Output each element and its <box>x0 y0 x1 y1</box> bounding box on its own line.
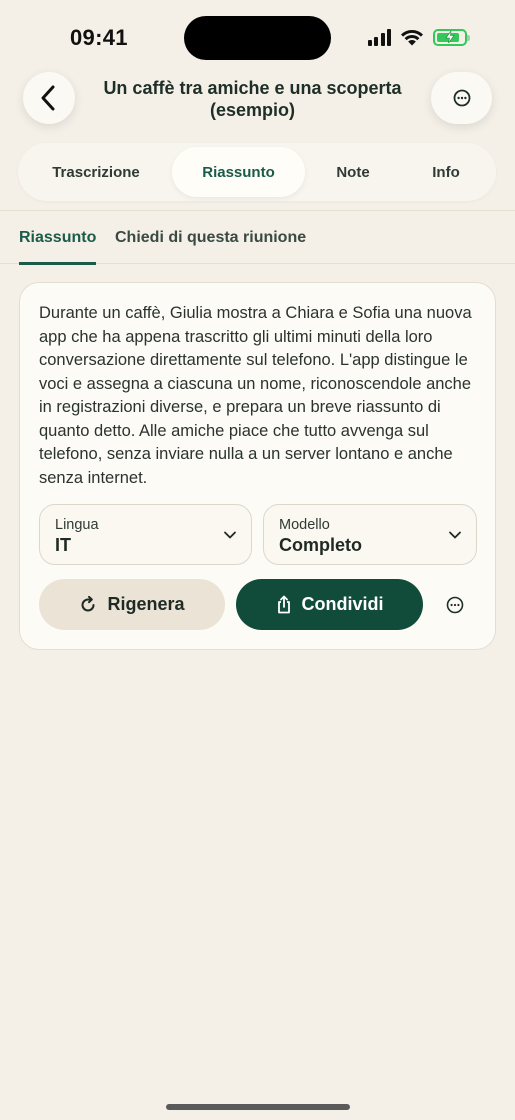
tab-riassunto[interactable]: Riassunto <box>172 147 305 197</box>
subtab-riassunto[interactable]: Riassunto <box>19 211 97 265</box>
chevron-left-icon <box>41 85 55 111</box>
language-select[interactable]: Lingua IT <box>39 504 252 565</box>
ellipsis-circle-icon <box>453 89 470 107</box>
share-button[interactable]: Condividi <box>236 579 423 630</box>
segmented-tabs: Trascrizione Riassunto Note Info <box>18 143 496 201</box>
status-time: 09:41 <box>70 25 128 50</box>
refresh-icon <box>82 595 95 611</box>
home-indicator[interactable] <box>166 1104 350 1110</box>
share-icon <box>277 595 290 614</box>
dynamic-island <box>184 16 331 60</box>
tab-note[interactable]: Note <box>308 147 398 197</box>
model-value: Completo <box>279 535 362 555</box>
card-more-button[interactable] <box>443 593 467 617</box>
language-value: IT <box>55 535 71 555</box>
subtab-chiedi[interactable]: Chiedi di questa riunione <box>115 211 306 264</box>
summary-card: Durante un caffè, Giulia mostra a Chiara… <box>19 282 496 650</box>
back-button[interactable] <box>23 72 75 124</box>
tab-trascrizione[interactable]: Trascrizione <box>22 147 170 197</box>
wifi-icon <box>401 29 423 46</box>
cellular-signal-icon <box>367 28 391 46</box>
share-label: Condividi <box>301 594 384 614</box>
model-label: Modello <box>279 517 330 533</box>
chevron-down-icon <box>224 531 236 539</box>
chevron-down-icon <box>449 531 461 539</box>
status-bar: 09:41 <box>0 0 515 70</box>
regenerate-button[interactable]: Rigenera <box>39 579 225 630</box>
sub-tabs: Riassunto Chiedi di questa riunione <box>0 210 515 265</box>
charging-bolt-icon <box>445 31 455 43</box>
regenerate-label: Rigenera <box>107 594 185 614</box>
tab-info[interactable]: Info <box>400 147 492 197</box>
battery-icon <box>433 28 470 46</box>
more-options-button[interactable] <box>431 72 492 124</box>
model-select[interactable]: Modello Completo <box>263 504 477 565</box>
status-icons <box>367 28 470 46</box>
language-label: Lingua <box>55 517 99 533</box>
summary-text: Durante un caffè, Giulia mostra a Chiara… <box>39 304 472 487</box>
ellipsis-circle-icon <box>446 596 464 614</box>
page-title: Un caffè tra amiche e una scoperta (esem… <box>103 78 402 120</box>
